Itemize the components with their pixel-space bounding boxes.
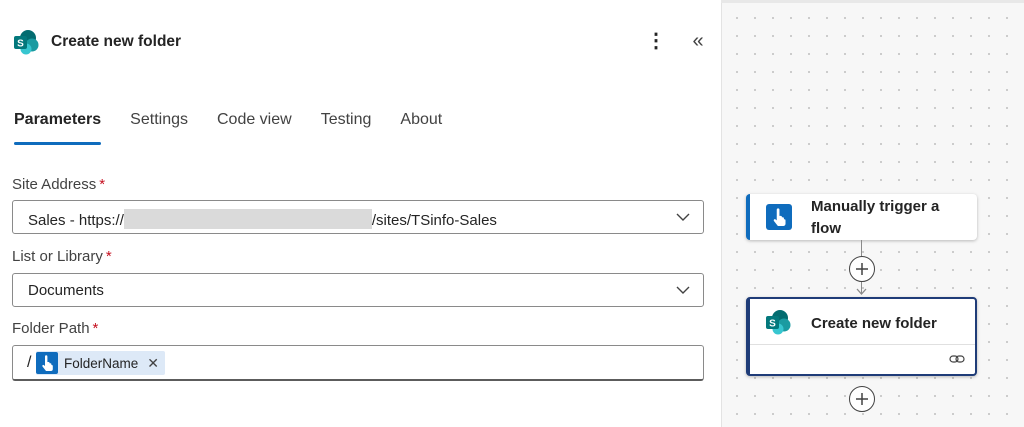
trigger-title-line1: Manually trigger a [811,198,940,215]
site-address-value: Sales - https:// /sites/TSinfo-Sales [28,209,497,229]
trigger-card[interactable]: Manually trigger a flow [746,194,977,240]
site-address-suffix: /sites/TSinfo-Sales [371,212,497,229]
card-divider [750,344,975,345]
site-address-label-text: Site Address [12,176,97,193]
folder-path-input[interactable]: / FolderName ✕ [12,345,704,381]
plus-icon [856,393,868,405]
list-library-label: List or Library * [12,248,112,265]
tab-code-view[interactable]: Code view [217,110,292,146]
list-library-label-text: List or Library [12,248,103,265]
folder-path-label-text: Folder Path [12,320,90,337]
required-marker: * [92,320,99,337]
token-label: FolderName [64,355,139,371]
more-options-button[interactable]: ⋮ [646,30,666,54]
plus-icon [856,263,868,275]
trigger-card-title: Manually trigger a flow [811,196,939,240]
collapse-panel-button[interactable]: « [688,30,708,54]
action-details-panel: S Create new folder ⋮ « Parameters Setti… [0,0,721,427]
panel-title: Create new folder [51,33,182,50]
tab-settings[interactable]: Settings [130,110,188,146]
folder-path-prefix: / [27,354,32,371]
site-address-prefix: Sales - https:// [28,212,124,229]
tab-testing[interactable]: Testing [321,110,372,146]
connector-line [861,240,862,256]
folder-path-label: Folder Path * [12,320,98,337]
arrow-down-icon [856,288,867,295]
svg-text:S: S [17,39,24,50]
remove-token-icon[interactable]: ✕ [147,355,159,372]
site-address-label: Site Address * [12,176,105,193]
trigger-title-line2: flow [811,220,841,237]
tab-parameters[interactable]: Parameters [14,110,102,146]
link-icon[interactable] [949,352,965,366]
create-folder-card[interactable]: S Create new folder [746,297,977,376]
svg-text:S: S [769,319,776,330]
sharepoint-icon: S [14,30,39,55]
chevron-down-icon [676,286,690,294]
tab-bar: Parameters Settings Code view Testing Ab… [14,110,471,146]
chevron-down-icon [676,213,690,221]
dynamic-content-token[interactable]: FolderName ✕ [36,351,166,375]
manual-trigger-icon [766,204,792,230]
required-marker: * [99,176,106,193]
required-marker: * [105,248,112,265]
list-library-value: Documents [28,282,104,299]
sharepoint-icon: S [766,310,791,335]
redacted-url-segment [123,209,372,229]
list-library-dropdown[interactable]: Documents [12,273,704,307]
tab-about[interactable]: About [400,110,442,146]
add-step-button[interactable] [849,386,875,412]
site-address-dropdown[interactable]: Sales - https:// /sites/TSinfo-Sales [12,200,704,234]
action-card-title: Create new folder [811,315,937,332]
manual-trigger-icon [36,352,58,374]
add-step-button[interactable] [849,256,875,282]
